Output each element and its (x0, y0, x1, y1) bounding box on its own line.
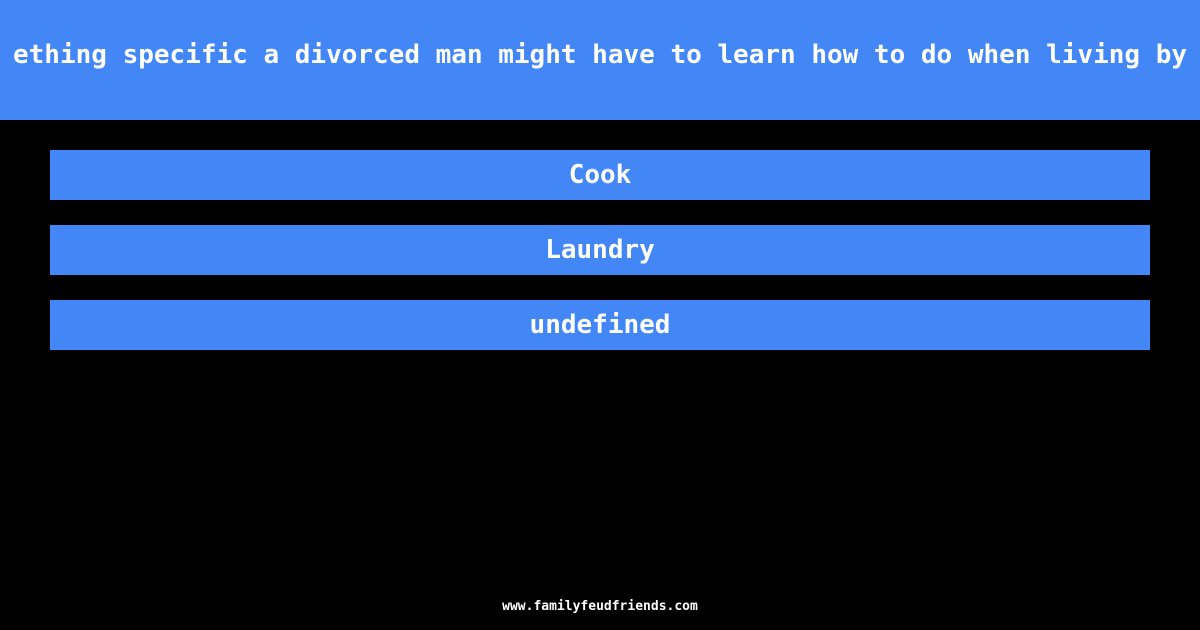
site-url: www.familyfeudfriends.com (502, 599, 698, 614)
answer-bar: Cook (50, 150, 1150, 200)
answer-label: Cook (568, 160, 632, 190)
answer-bar: Laundry (50, 225, 1150, 275)
answer-list: Cook Laundry undefined (50, 150, 1150, 375)
answer-bar: undefined (50, 300, 1150, 350)
answer-label: Laundry (545, 235, 655, 265)
question-banner: ething specific a divorced man might hav… (0, 0, 1200, 120)
question-text: ething specific a divorced man might hav… (13, 40, 1187, 70)
answer-label: undefined (529, 310, 671, 340)
